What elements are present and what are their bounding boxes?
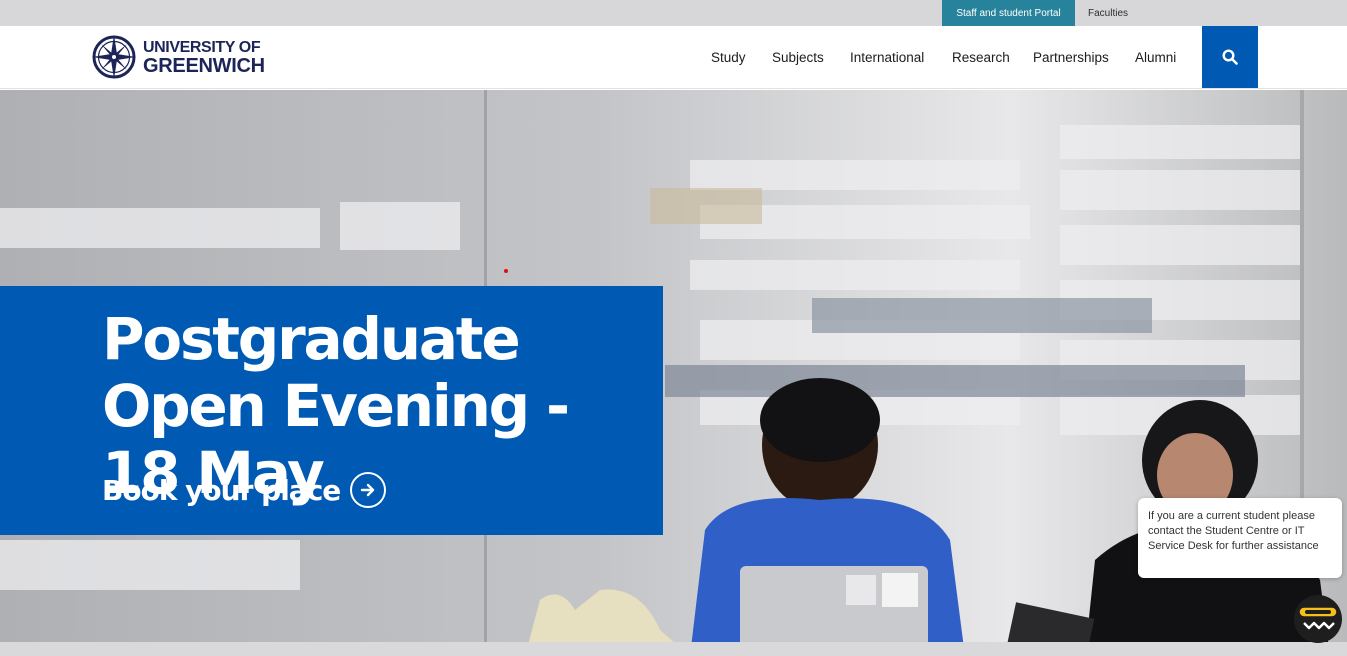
nav-item-international[interactable]: International [850,26,924,88]
faculties-link[interactable]: Faculties [1088,0,1128,26]
staff-student-portal-link[interactable]: Staff and student Portal [942,0,1075,26]
nav-item-study[interactable]: Study [711,26,746,88]
search-icon [1222,49,1238,65]
nav-item-partnerships[interactable]: Partnerships [1033,26,1109,88]
chat-launcher-button[interactable] [1294,595,1342,643]
logo-line-2: GREENWICH [143,55,265,77]
nav-item-subjects[interactable]: Subjects [772,26,824,88]
promo-panel: Postgraduate Open Evening - 18 May Book … [0,286,663,535]
search-button[interactable] [1202,26,1258,88]
chat-message-bubble[interactable]: If you are a current student please cont… [1138,498,1342,578]
university-logo[interactable]: UNIVERSITY OF GREENWICH [91,33,265,81]
site-header: UNIVERSITY OF GREENWICH Study Subjects I… [0,26,1347,89]
nav-item-alumni[interactable]: Alumni [1135,26,1176,88]
cta-label: Book your place [102,473,341,507]
red-dot [504,269,508,273]
arrow-right-circle-icon [350,472,387,508]
nav-item-research[interactable]: Research [952,26,1010,88]
logo-wordmark: UNIVERSITY OF GREENWICH [143,38,265,76]
chat-launcher-icon [1298,606,1338,630]
compass-rose-icon [92,35,136,79]
utility-bar: Staff and student Portal Faculties [0,0,1347,26]
book-your-place-link[interactable]: Book your place [102,472,387,508]
